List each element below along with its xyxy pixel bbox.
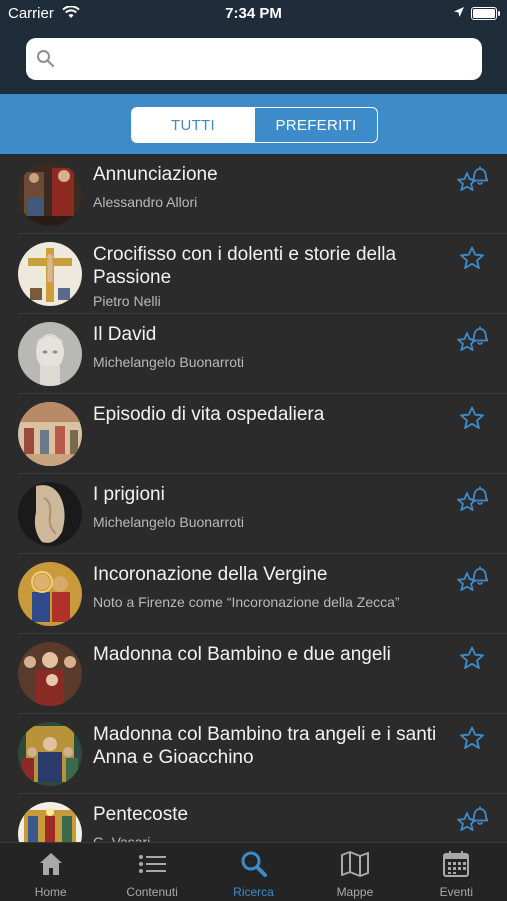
item-title: Crocifisso con i dolenti e storie della … bbox=[93, 244, 397, 288]
artwork-thumbnail bbox=[18, 802, 82, 842]
item-title: Pentecoste bbox=[93, 804, 189, 825]
list-item[interactable]: Incoronazione della Vergine Noto a Firen… bbox=[18, 554, 507, 634]
favorite-star-icon[interactable] bbox=[455, 722, 489, 756]
item-title: Madonna col Bambino e due angeli bbox=[93, 644, 391, 665]
favorite-reminder-icon[interactable] bbox=[455, 162, 489, 196]
status-bar: Carrier 7:34 PM bbox=[0, 0, 507, 28]
artwork-thumbnail bbox=[18, 322, 82, 386]
tab-events-label: Eventi bbox=[439, 885, 473, 899]
list-item[interactable]: Pentecoste G. Vasari bbox=[18, 794, 507, 842]
artwork-thumbnail bbox=[18, 562, 82, 626]
artwork-thumbnail bbox=[18, 482, 82, 546]
segment-all[interactable]: TUTTI bbox=[132, 108, 254, 142]
tab-search-label: Ricerca bbox=[233, 885, 274, 899]
list-item[interactable]: Episodio di vita ospedaliera bbox=[18, 394, 507, 474]
clock: 7:34 PM bbox=[225, 5, 282, 22]
artwork-thumbnail bbox=[18, 722, 82, 786]
tab-home-label: Home bbox=[34, 885, 67, 899]
search-input[interactable] bbox=[62, 46, 466, 74]
item-title: Madonna col Bambino tra angeli e i santi… bbox=[93, 724, 437, 768]
artwork-thumbnail bbox=[18, 242, 82, 306]
segment-favorites[interactable]: PREFERITI bbox=[254, 108, 377, 142]
item-subtitle: Noto a Firenze come “Incoronazione della… bbox=[93, 594, 400, 610]
favorite-reminder-icon[interactable] bbox=[455, 482, 489, 516]
favorite-star-icon[interactable] bbox=[455, 642, 489, 676]
list-item[interactable]: Il David Michelangelo Buonarroti bbox=[18, 314, 507, 394]
favorite-reminder-icon[interactable] bbox=[455, 562, 489, 596]
favorite-reminder-icon[interactable] bbox=[455, 322, 489, 356]
battery-icon bbox=[471, 7, 500, 20]
list-item[interactable]: Madonna col Bambino tra angeli e i santi… bbox=[18, 714, 507, 794]
tab-home[interactable]: Home bbox=[0, 843, 101, 901]
favorite-star-icon[interactable] bbox=[455, 242, 489, 276]
artwork-thumbnail bbox=[18, 642, 82, 706]
item-title: Il David bbox=[93, 324, 157, 345]
tab-search[interactable]: Ricerca bbox=[203, 843, 304, 901]
tab-events[interactable]: Eventi bbox=[406, 843, 507, 901]
tab-contents[interactable]: Contenuti bbox=[101, 843, 202, 901]
search-bar bbox=[0, 28, 507, 94]
list-item[interactable]: Madonna col Bambino e due angeli bbox=[18, 634, 507, 714]
item-subtitle: Pietro Nelli bbox=[93, 293, 161, 309]
favorite-star-icon[interactable] bbox=[455, 402, 489, 436]
item-title: Incoronazione della Vergine bbox=[93, 564, 328, 585]
tab-maps-label: Mappe bbox=[336, 885, 374, 899]
item-title: Episodio di vita ospedaliera bbox=[93, 404, 325, 425]
item-subtitle: Michelangelo Buonarroti bbox=[93, 354, 244, 370]
tab-contents-label: Contenuti bbox=[126, 885, 178, 899]
item-subtitle: Michelangelo Buonarroti bbox=[93, 514, 244, 530]
item-title: I prigioni bbox=[93, 484, 165, 505]
search-icon bbox=[36, 49, 55, 73]
artwork-list: Annunciazione Alessandro Allori Crocifis… bbox=[0, 154, 507, 842]
list-item[interactable]: I prigioni Michelangelo Buonarroti bbox=[18, 474, 507, 554]
location-arrow-icon bbox=[453, 5, 465, 22]
item-subtitle: Alessandro Allori bbox=[93, 194, 198, 210]
artwork-thumbnail bbox=[18, 162, 82, 226]
favorite-reminder-icon[interactable] bbox=[455, 802, 489, 836]
tab-bar: Home Contenuti Ricerca Mappe Eventi bbox=[0, 842, 507, 901]
item-title: Annunciazione bbox=[93, 164, 218, 185]
list-item[interactable]: Crocifisso con i dolenti e storie della … bbox=[18, 234, 507, 314]
filter-bar: TUTTI PREFERITI bbox=[0, 94, 507, 154]
item-subtitle: G. Vasari bbox=[93, 834, 151, 842]
artwork-thumbnail bbox=[18, 402, 82, 466]
filter-segmented-control: TUTTI PREFERITI bbox=[131, 107, 378, 143]
tab-maps[interactable]: Mappe bbox=[304, 843, 405, 901]
search-box[interactable] bbox=[26, 38, 482, 80]
list-item[interactable]: Annunciazione Alessandro Allori bbox=[18, 154, 507, 234]
